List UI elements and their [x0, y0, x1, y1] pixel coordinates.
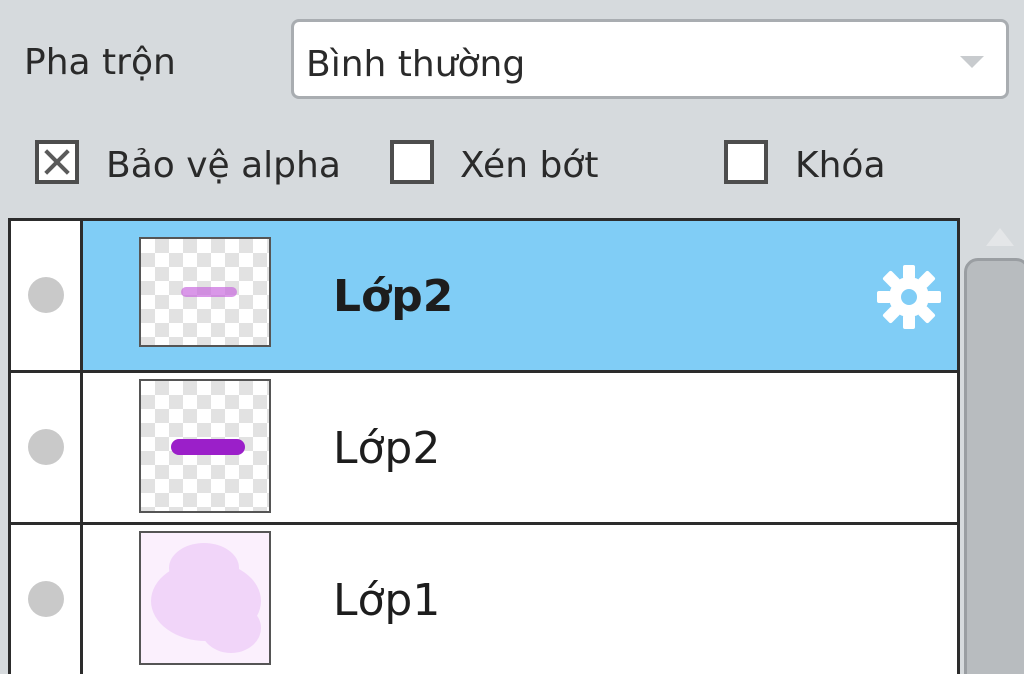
layer-name: Lớp2 — [333, 423, 441, 474]
layer-row-main[interactable]: Lớp2 — [83, 373, 957, 522]
scroll-thumb[interactable] — [964, 258, 1024, 674]
visibility-dot-icon — [28, 277, 64, 313]
visibility-dot-icon — [28, 429, 64, 465]
blend-mode-label: Pha trộn — [24, 42, 176, 83]
visibility-toggle[interactable] — [11, 525, 83, 674]
layer-list: Lớp2 Lớp2 Lớp1 — [8, 218, 960, 674]
gear-icon[interactable] — [875, 263, 943, 331]
blend-mode-value: Bình thường — [306, 44, 526, 85]
visibility-toggle[interactable] — [11, 221, 83, 370]
layers-panel: Pha trộn Bình thường Bảo vệ alpha Xén bớ… — [0, 0, 1024, 674]
layer-name: Lớp1 — [333, 575, 441, 626]
clip-label: Xén bớt — [460, 145, 599, 186]
layer-thumbnail — [139, 379, 271, 513]
layer-thumbnail — [139, 237, 271, 347]
visibility-toggle[interactable] — [11, 373, 83, 522]
layer-list-scrollbar[interactable] — [962, 218, 1024, 674]
layer-row-main[interactable]: Lớp2 — [83, 221, 957, 370]
visibility-dot-icon — [28, 581, 64, 617]
protect-alpha-label: Bảo vệ alpha — [106, 145, 341, 186]
layer-name: Lớp2 — [333, 271, 454, 322]
layer-row[interactable]: Lớp2 — [11, 221, 957, 373]
clip-checkbox[interactable] — [390, 140, 434, 184]
layer-thumbnail — [139, 531, 271, 665]
lock-label: Khóa — [795, 145, 886, 186]
scroll-up-icon[interactable] — [986, 228, 1014, 246]
layer-row[interactable]: Lớp1 — [11, 525, 957, 674]
layer-row[interactable]: Lớp2 — [11, 373, 957, 525]
protect-alpha-checkbox[interactable] — [35, 140, 79, 184]
lock-checkbox[interactable] — [724, 140, 768, 184]
chevron-down-icon — [960, 56, 984, 68]
blend-mode-dropdown[interactable]: Bình thường — [291, 19, 1009, 99]
layer-row-main[interactable]: Lớp1 — [83, 525, 957, 674]
